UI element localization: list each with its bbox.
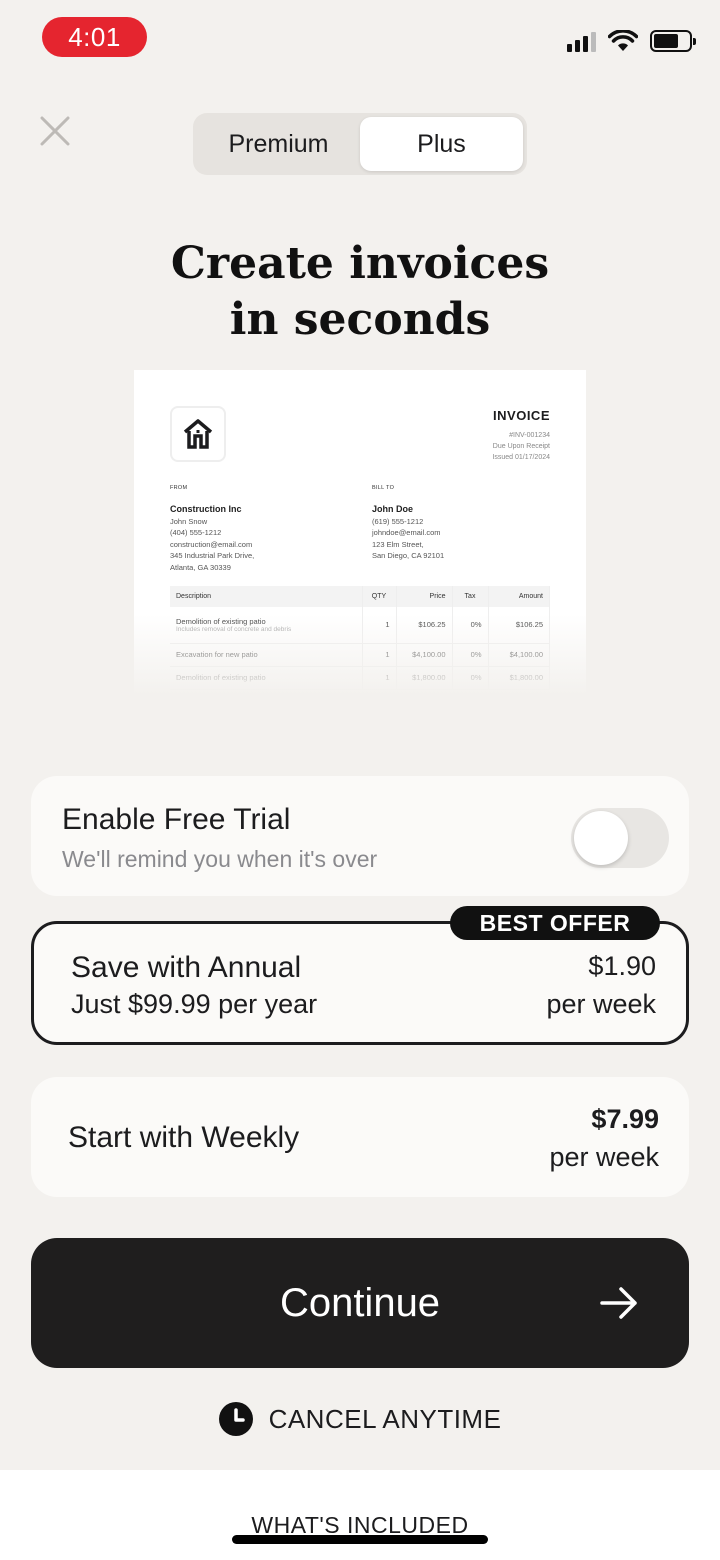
- invoice-bill-to: BILL TO John Doe (619) 555-1212 johndoe@…: [372, 483, 444, 562]
- from-line: construction@email.com: [170, 539, 253, 549]
- bill-to-line: 123 Elm Street,: [372, 539, 424, 549]
- free-trial-subtitle: We'll remind you when it's over: [62, 846, 378, 872]
- page-title: Create invoices in seconds: [0, 236, 720, 348]
- col-tax: Tax: [452, 586, 489, 607]
- close-icon[interactable]: [38, 114, 72, 148]
- row-amount: $106.25: [488, 607, 550, 644]
- from-label: FROM: [170, 485, 188, 491]
- cancel-anytime-label: CANCEL ANYTIME: [268, 1403, 502, 1434]
- invoice-from: FROM Construction Inc John Snow (404) 55…: [170, 483, 254, 573]
- invoice-subtotal: Subtotal $ 6,786.25: [470, 696, 544, 703]
- free-trial-card[interactable]: Enable Free Trial We'll remind you when …: [31, 776, 689, 896]
- subtotal-value: $ 6,786.25: [510, 696, 544, 703]
- invoice-title: INVOICE: [493, 408, 550, 423]
- best-offer-badge: BEST OFFER: [450, 906, 660, 940]
- invoice-meta: #INV-001234 Due Upon Receipt Issued 01/1…: [492, 430, 550, 463]
- row-note: Includes removal of concrete and debris: [176, 625, 292, 633]
- table-row: Demolition of existing patio Includes re…: [170, 607, 550, 644]
- bill-to-name: John Doe: [372, 503, 414, 514]
- clock-icon: [218, 1402, 253, 1436]
- battery-icon: [650, 30, 696, 52]
- table-row: Excavation for new patio 1 $4,100.00 0% …: [170, 643, 550, 667]
- annual-plan-price: $1.90: [588, 951, 656, 981]
- col-description: Description: [170, 586, 363, 607]
- invoice-issued: Issued 01/17/2024: [492, 454, 550, 461]
- invoice-number: #INV-001234: [509, 432, 550, 439]
- weekly-plan-period: per week: [549, 1142, 659, 1172]
- wifi-icon: [608, 30, 638, 51]
- annual-plan-title: Save with Annual: [71, 951, 302, 984]
- tab-plus[interactable]: Plus: [360, 117, 523, 171]
- free-trial-toggle[interactable]: [571, 808, 669, 868]
- col-qty: QTY: [362, 586, 397, 607]
- row-amount: $1,800.00: [488, 666, 550, 690]
- weekly-plan-price: $7.99: [591, 1104, 659, 1134]
- row-desc: Demolition of existing patio: [176, 616, 266, 626]
- row-price: $1,800.00: [396, 666, 453, 690]
- signal-icon: [567, 30, 596, 52]
- arrow-right-icon: [600, 1287, 637, 1319]
- weekly-plan-title: Start with Weekly: [68, 1121, 300, 1154]
- bill-to-label: BILL TO: [372, 485, 395, 491]
- row-qty: 1: [362, 666, 397, 690]
- table-header-row: Description QTY Price Tax Amount: [170, 586, 550, 607]
- row-desc: Excavation for new patio: [170, 643, 363, 667]
- bill-to-line: San Diego, CA 92101: [372, 551, 445, 560]
- from-line: 345 Industrial Park Drive,: [170, 551, 255, 560]
- row-tax: 0%: [452, 643, 489, 667]
- row-tax: 0%: [452, 607, 489, 644]
- continue-label: Continue: [279, 1280, 441, 1325]
- table-row: Demolition of existing patio 1 $1,800.00…: [170, 666, 550, 690]
- free-trial-title: Enable Free Trial: [62, 803, 291, 836]
- row-tax: 0%: [452, 666, 489, 690]
- weekly-plan-option[interactable]: Start with Weekly $7.99 per week: [31, 1077, 689, 1197]
- row-qty: 1: [362, 607, 397, 644]
- house-icon: [170, 406, 226, 462]
- row-qty: 1: [362, 643, 397, 667]
- from-name: Construction Inc: [170, 503, 242, 514]
- tab-premium[interactable]: Premium: [197, 117, 360, 171]
- from-line: John Snow: [170, 516, 208, 526]
- col-price: Price: [396, 586, 453, 607]
- cancel-anytime-note: CANCEL ANYTIME: [0, 1402, 720, 1436]
- annual-plan-subtitle: Just $99.99 per year: [71, 989, 318, 1019]
- from-line: (404) 555-1212: [170, 528, 222, 537]
- row-price: $4,100.00: [396, 643, 453, 667]
- annual-plan-option[interactable]: BEST OFFER Save with Annual Just $99.99 …: [31, 906, 689, 1045]
- bill-to-line: johndoe@email.com: [372, 528, 441, 537]
- toggle-knob: [574, 811, 628, 865]
- from-line: Atlanta, GA 30339: [170, 562, 231, 572]
- invoice-terms: Due Upon Receipt: [492, 443, 550, 450]
- col-amount: Amount: [488, 586, 550, 607]
- row-description: Demolition of existing patio Includes re…: [170, 607, 363, 644]
- invoice-preview: INVOICE #INV-001234 Due Upon Receipt Iss…: [134, 370, 586, 704]
- bill-to-line: (619) 555-1212: [372, 516, 424, 526]
- row-amount: $4,100.00: [488, 643, 550, 667]
- subtotal-label: Subtotal: [469, 696, 496, 703]
- status-icons: [567, 30, 696, 52]
- row-price: $106.25: [396, 607, 453, 644]
- title-line-2: in seconds: [229, 294, 491, 345]
- continue-button[interactable]: Continue: [31, 1238, 689, 1368]
- annual-plan-period: per week: [546, 989, 656, 1019]
- plan-tier-switch: Premium Plus: [193, 113, 527, 175]
- home-indicator[interactable]: [232, 1535, 488, 1544]
- row-desc: Demolition of existing patio: [170, 666, 363, 690]
- status-time: 4:01: [42, 17, 147, 57]
- invoice-table: Description QTY Price Tax Amount Demolit…: [170, 586, 550, 690]
- title-line-1: Create invoices: [170, 238, 550, 289]
